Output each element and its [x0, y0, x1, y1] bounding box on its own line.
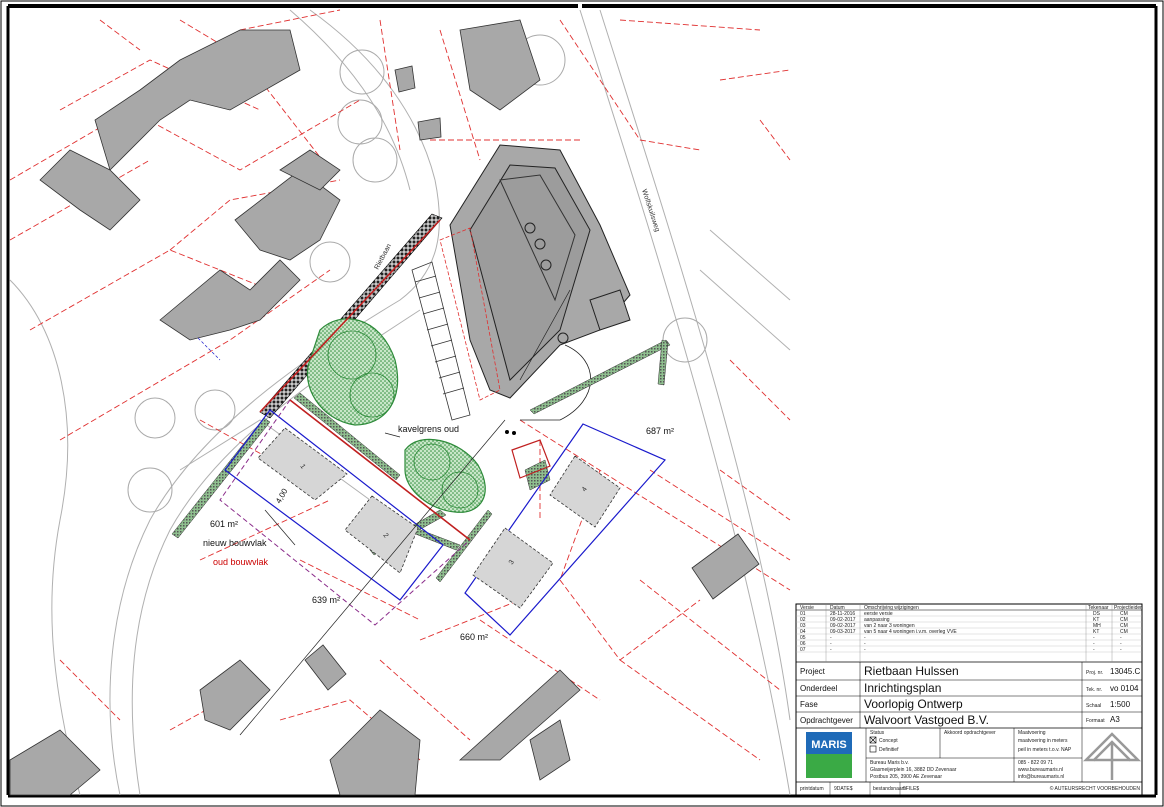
svg-text:van 5 naar 4 woningen i.v.m. o: van 5 naar 4 woningen i.v.m. overleg VVE — [864, 629, 957, 635]
dimension-label: 4,00 — [274, 487, 290, 505]
projnr-value: 13045.C — [1110, 667, 1140, 676]
formaat-value: A3 — [1110, 715, 1120, 724]
maatvoering-meters: maatvoering in meters — [1018, 738, 1068, 744]
contact-website: www.bureaumaris.nl — [1018, 767, 1063, 773]
area-label-lot-2: 639 m² — [312, 595, 340, 605]
svg-text:09-03-2017: 09-03-2017 — [830, 629, 856, 635]
footer-printdatum-value: 9DATE$ — [834, 786, 853, 792]
title-block: Versie Datum Omschrijving wijzigingen Te… — [795, 603, 1143, 796]
footer-bestandsnaam-value: 9FILE$ — [903, 786, 919, 792]
company-postbus: Postbus 205, 3900 AE Zevenaar — [870, 774, 942, 780]
fase-value: Voorlopig Ontwerp — [864, 697, 963, 711]
project-label: Project — [800, 667, 826, 676]
maris-logo: MARIS — [806, 732, 852, 778]
status-definitief-label: Definitief — [879, 747, 899, 753]
contact-email: info@bureaumaris.nl — [1018, 774, 1064, 780]
company-name: Bureau Maris b.v. — [870, 760, 909, 766]
opdrachtgever-value: Walvoort Vastgoed B.V. — [864, 713, 989, 727]
company-address: Glasmeijerplein 16, 3882 DD Zevenaar — [870, 767, 957, 773]
oud-bouwvlak-label: oud bouwvlak — [213, 557, 269, 567]
fase-label: Fase — [800, 700, 818, 709]
status-label: Status — [870, 730, 885, 736]
teknr-label: Tek. nr. — [1086, 687, 1102, 693]
revision-header-lead: Projectleider — [1114, 605, 1142, 611]
survey-points — [505, 430, 516, 435]
teknr-value: vo 0104 — [1110, 684, 1139, 693]
area-label-lot-1: 601 m² — [210, 519, 238, 529]
area-label-lot-4: 687 m² — [646, 426, 674, 436]
akkoord-label: Akkoord opdrachtgever — [944, 730, 996, 736]
kavelgrens-oud-label: kavelgrens oud — [398, 424, 459, 434]
onderdeel-label: Onderdeel — [800, 684, 838, 693]
formaat-label: Formaat — [1086, 718, 1105, 724]
opdrachtgever-label: Opdrachtgever — [800, 716, 853, 725]
maris-logo-text: MARIS — [811, 739, 846, 751]
projnr-label: Proj. nr. — [1086, 670, 1103, 676]
nieuw-bouwvlak-label: nieuw bouwvlak — [203, 538, 267, 548]
status-concept-label: Concept — [879, 738, 898, 744]
footer-copyright: © AUTEURSRECHT VOORBEHOUDEN — [1050, 785, 1141, 792]
contact-phone: 085 - 822 09 71 — [1018, 760, 1053, 766]
maatvoering-nap: peil in meters t.o.v. NAP — [1018, 747, 1072, 753]
maatvoering-label: Maatvoering — [1018, 730, 1046, 736]
footer-printdatum-label: printdatum — [800, 786, 824, 792]
site-plan-drawing: Rietbaan Wolfskuilsweg kavelgrens oud ni… — [0, 0, 1164, 807]
project-value: Rietbaan Hulssen — [864, 664, 959, 678]
svg-text:07: 07 — [800, 647, 806, 653]
schaal-label: Schaal — [1086, 703, 1101, 709]
schaal-value: 1:500 — [1110, 700, 1131, 709]
onderdeel-value: Inrichtingsplan — [864, 681, 941, 695]
footer-bestandsnaam-label: bestandsnaam — [873, 786, 906, 792]
area-label-lot-3: 660 m² — [460, 632, 488, 642]
